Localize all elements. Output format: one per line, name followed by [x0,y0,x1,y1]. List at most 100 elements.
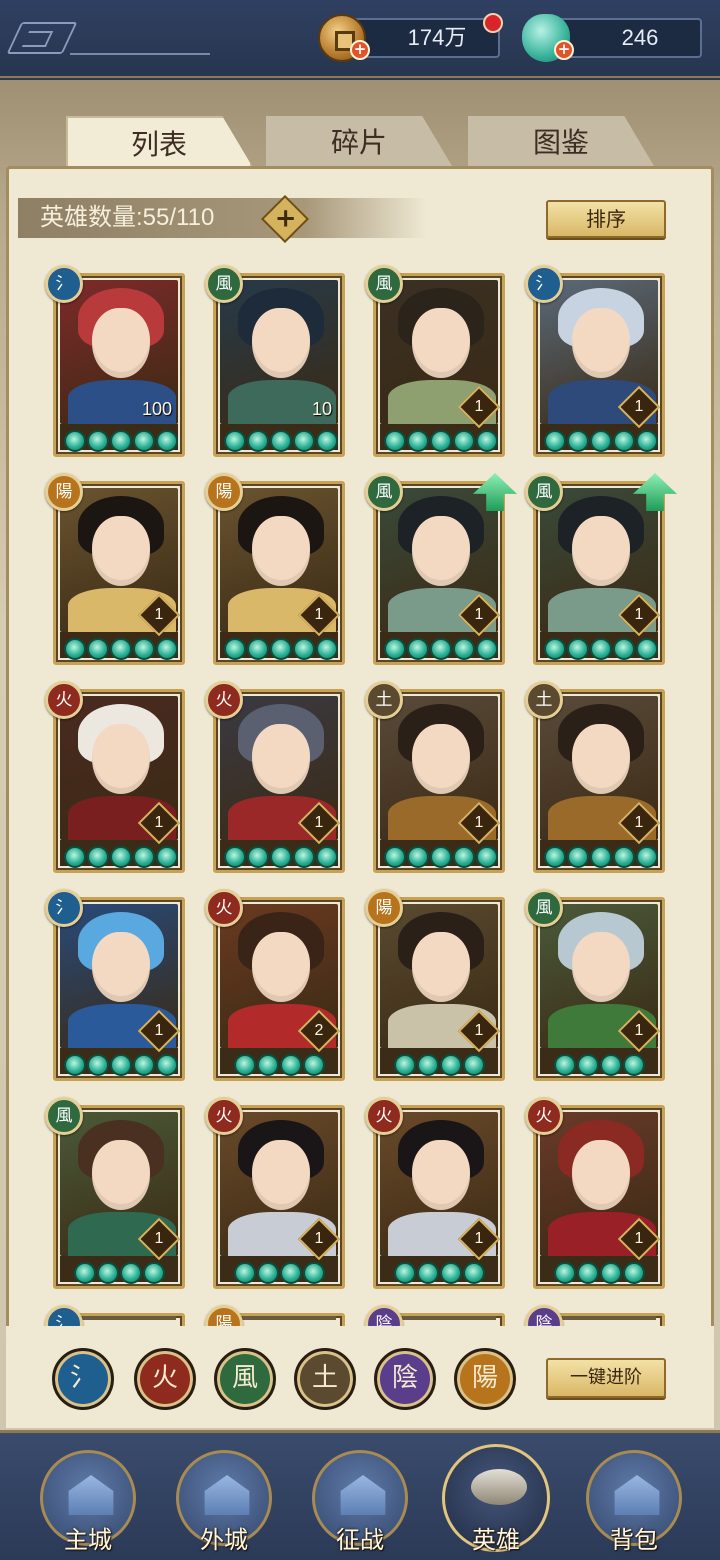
jade-star-icon [110,846,132,868]
jade-star-icon [280,1262,302,1284]
hero-face [92,308,150,378]
tab-list[interactable]: 列表 [66,116,252,166]
earth-element-icon: 土 [525,681,563,719]
hero-face [92,932,150,1002]
nav-label: 英雄 [472,1526,520,1554]
star-rating [64,1054,179,1076]
hero-face [572,308,630,378]
tab-codex[interactable]: 图鉴 [468,116,654,166]
star-rating [224,638,339,660]
hero-level: 10 [311,399,332,419]
hero-level: 1 [154,1230,164,1247]
hero-face [572,1140,630,1210]
hero-face [572,724,630,794]
water-element-icon: 氵 [45,889,83,927]
jade-star-icon [567,430,589,452]
wind-element-icon: 風 [525,889,563,927]
sort-button[interactable]: 排序 [546,200,666,238]
jade-star-icon [64,638,86,660]
hero-face [92,516,150,586]
yang-element-icon: 陽 [365,889,403,927]
hero-outfit [228,1316,336,1320]
hero-face [92,724,150,794]
add-jade-button[interactable]: + [554,40,574,60]
hero-level: 1 [154,814,164,831]
star-rating [234,1054,326,1076]
filter-fire-button[interactable]: 火 [134,1348,196,1410]
jade-star-icon [453,638,475,660]
jade-star-icon [430,846,452,868]
star-rating [394,1262,486,1284]
filter-water-button[interactable]: 氵 [52,1348,114,1410]
jade-star-icon [143,1262,165,1284]
hero-count-value: 55/110 [142,204,215,231]
hero-icon [471,1469,527,1505]
add-coins-button[interactable]: + [350,40,370,60]
jade-star-icon [476,638,498,660]
jade-star-icon [303,1262,325,1284]
notification-dot [483,13,503,33]
hero-face [92,1140,150,1210]
jade-star-icon [600,1054,622,1076]
jade-star-icon [316,430,338,452]
filter-yin-button[interactable]: 陰 [374,1348,436,1410]
fire-element-icon: 火 [205,681,243,719]
jade-star-icon [156,430,178,452]
jade-star-icon [64,1054,86,1076]
jade-star-icon [270,430,292,452]
jade-star-icon [476,430,498,452]
jade-star-icon [64,430,86,452]
hero-level: 2 [314,1022,324,1039]
hero-level: 1 [474,814,484,831]
menu-underline [70,53,210,55]
jade-star-icon [270,638,292,660]
filter-earth-button[interactable]: 土 [294,1348,356,1410]
fire-element-icon: 火 [365,1097,403,1135]
filter-wind-button[interactable]: 風 [214,1348,276,1410]
jade-star-icon [247,638,269,660]
jade-star-icon [476,846,498,868]
hero-level: 1 [634,398,644,415]
hero-face [412,516,470,586]
jade-star-icon [87,638,109,660]
jade-star-icon [600,1262,622,1284]
jade-star-icon [407,430,429,452]
nav-label: 主城 [64,1526,112,1554]
fire-element-icon: 火 [205,889,243,927]
jade-star-icon [430,430,452,452]
star-rating [64,638,179,660]
hero-level: 1 [634,1230,644,1247]
yang-element-icon: 陽 [205,473,243,511]
jade-star-icon [636,430,658,452]
jade-star-icon [463,1262,485,1284]
filter-yang-button[interactable]: 陽 [454,1348,516,1410]
tab-fragments[interactable]: 碎片 [266,116,452,166]
jade-star-icon [97,1262,119,1284]
hero-face [252,308,310,378]
jade-star-icon [613,846,635,868]
jade-star-icon [133,638,155,660]
jade-star-icon [110,638,132,660]
jade-star-icon [234,1262,256,1284]
jade-star-icon [394,1054,416,1076]
one-click-advance-button[interactable]: 一键进阶 [546,1358,666,1398]
jade-star-icon [110,1054,132,1076]
jade-star-icon [247,846,269,868]
hero-face [412,308,470,378]
hero-face [252,1140,310,1210]
jade-star-icon [270,846,292,868]
jade-star-icon [394,1262,416,1284]
wind-element-icon: 風 [45,1097,83,1135]
jade-star-icon [384,846,406,868]
yang-element-icon: 陽 [45,473,83,511]
outer-city-icon [204,1475,250,1515]
jade-star-icon [316,846,338,868]
star-rating [394,1054,486,1076]
wind-element-icon: 風 [365,265,403,303]
hero-level: 1 [634,606,644,623]
hero-count: 英雄数量:55/110 [40,202,214,234]
hero-level: 1 [154,1022,164,1039]
backpack-icon [614,1475,660,1515]
jade-star-icon [384,430,406,452]
jade-star-icon [224,638,246,660]
